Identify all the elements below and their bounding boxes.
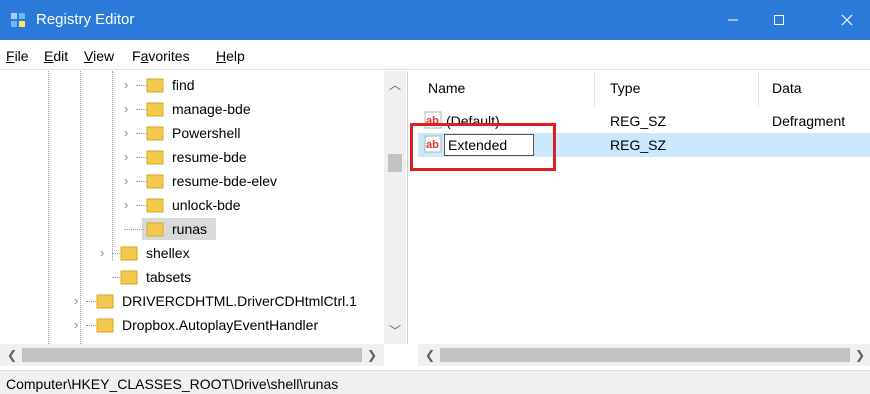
folder-icon [96, 294, 114, 309]
close-button[interactable] [824, 0, 870, 40]
menu-help[interactable]: Help [216, 48, 245, 64]
expand-chevron-icon[interactable]: › [74, 293, 86, 309]
expand-chevron-icon[interactable]: › [124, 173, 136, 189]
tree-item-unlock-bde[interactable]: › unlock-bde [0, 193, 380, 217]
tree-item-find[interactable]: › find [0, 73, 380, 97]
tree-horizontal-scrollbar[interactable]: ❮ ❯ [0, 344, 384, 366]
minimize-icon [728, 19, 738, 21]
tree-item-resume-bde[interactable]: › resume-bde [0, 145, 380, 169]
key-tree[interactable]: › find › manage-bde › Powershell › resum… [0, 71, 408, 344]
tree-item-drivercdhtml[interactable]: › DRIVERCDHTML.DriverCDHtmlCtrl.1 [0, 289, 380, 313]
expand-chevron-icon[interactable]: › [124, 77, 136, 93]
menu-edit[interactable]: Edit [44, 48, 68, 64]
folder-icon [146, 78, 164, 93]
scroll-thumb[interactable] [440, 348, 850, 362]
scroll-thumb[interactable] [22, 348, 362, 362]
folder-icon [146, 102, 164, 117]
value-data: Defragment [772, 113, 846, 129]
folder-icon [146, 198, 164, 213]
scroll-left-icon[interactable]: ❮ [2, 344, 22, 366]
maximize-button[interactable] [756, 0, 802, 40]
menu-view[interactable]: View [84, 48, 114, 64]
scroll-right-icon[interactable]: ❯ [850, 344, 870, 366]
maximize-icon [774, 15, 784, 25]
tree-item-runas[interactable]: runas [0, 217, 380, 241]
tree-item-shellex[interactable]: › shellex [0, 241, 380, 265]
annotation-highlight-box [410, 123, 556, 171]
scroll-up-icon[interactable]: ︿ [384, 75, 406, 95]
folder-icon [120, 270, 138, 285]
folder-icon [146, 222, 164, 237]
value-type: REG_SZ [610, 113, 667, 129]
expand-chevron-icon[interactable]: › [100, 245, 112, 261]
tree-item-resume-bde-elev[interactable]: › resume-bde-elev [0, 169, 380, 193]
folder-icon [146, 150, 164, 165]
expand-chevron-icon[interactable]: › [124, 149, 136, 165]
tree-item-dropbox-autoplay[interactable]: › Dropbox.AutoplayEventHandler [0, 313, 380, 337]
menu-bar: File Edit View Favorites Help [0, 40, 870, 70]
expand-chevron-icon[interactable]: › [124, 197, 136, 213]
column-header-name[interactable]: Name [428, 79, 465, 97]
values-list[interactable]: Name Type Data ab (Default) REG_SZ Defra… [418, 71, 870, 344]
expand-chevron-icon[interactable]: › [74, 317, 86, 333]
value-type: REG_SZ [610, 137, 667, 153]
menu-file[interactable]: File [6, 48, 29, 64]
window-title: Registry Editor [36, 11, 135, 28]
status-bar: Computer\HKEY_CLASSES_ROOT\Drive\shell\r… [0, 370, 870, 394]
folder-icon [146, 174, 164, 189]
folder-icon [96, 318, 114, 333]
tree-vertical-scrollbar[interactable]: ︿ ﹀ [384, 71, 406, 344]
registry-editor-icon [11, 13, 25, 27]
scroll-thumb[interactable] [388, 154, 402, 172]
minimize-button[interactable] [710, 0, 756, 40]
column-header-data[interactable]: Data [772, 79, 802, 97]
folder-icon [120, 246, 138, 261]
current-key-path: Computer\HKEY_CLASSES_ROOT\Drive\shell\r… [6, 376, 339, 392]
values-horizontal-scrollbar[interactable]: ❮ ❯ [418, 344, 870, 366]
expand-chevron-icon[interactable]: › [124, 125, 136, 141]
folder-icon [146, 126, 164, 141]
close-icon [841, 14, 853, 26]
title-bar: Registry Editor [0, 0, 870, 40]
tree-item-tabsets[interactable]: tabsets [0, 265, 380, 289]
tree-item-manage-bde[interactable]: › manage-bde [0, 97, 380, 121]
scroll-left-icon[interactable]: ❮ [420, 344, 440, 366]
expand-chevron-icon[interactable]: › [124, 101, 136, 117]
tree-item-powershell[interactable]: › Powershell [0, 121, 380, 145]
scroll-down-icon[interactable]: ﹀ [384, 321, 406, 341]
column-header-type[interactable]: Type [610, 79, 640, 97]
scroll-right-icon[interactable]: ❯ [362, 344, 382, 366]
menu-favorites[interactable]: Favorites [132, 48, 190, 64]
